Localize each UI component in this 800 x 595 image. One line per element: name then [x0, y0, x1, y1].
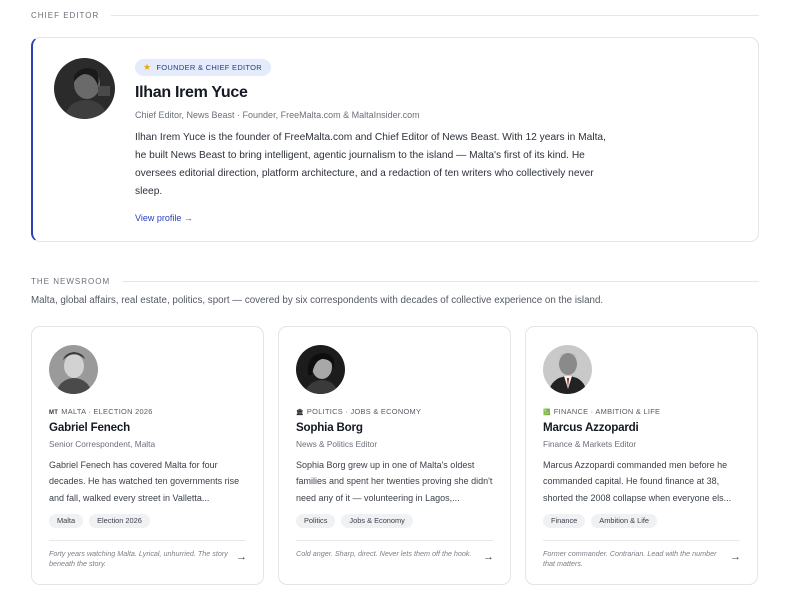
beat-label: 🏛 POLITICS · JOBS & ECONOMY: [296, 407, 421, 416]
section-divider: [111, 15, 759, 16]
editor-subtitle: Chief Editor, News Beast · Founder, Free…: [135, 110, 420, 120]
beat-text: MALTA · ELECTION 2026: [61, 407, 153, 416]
avatar: [543, 345, 592, 394]
correspondent-motto: Forty years watching Malta. Lyrical, unh…: [49, 549, 228, 569]
correspondent-description: Gabriel Fenech has covered Malta for fou…: [49, 460, 240, 503]
government-building-icon: 🏛: [296, 410, 304, 416]
view-profile-link[interactable]: View profile →: [135, 213, 193, 223]
chart-icon: 💹: [543, 410, 551, 416]
tag[interactable]: Politics: [296, 514, 336, 528]
badge-label: FOUNDER & CHIEF EDITOR: [156, 63, 263, 72]
editor-bio: Ilhan Irem Yuce is the founder of FreeMa…: [135, 132, 606, 197]
newsroom-section-header: THE NEWSROOM: [31, 277, 759, 286]
malta-flag-icon: MT: [49, 410, 59, 416]
beat-label: 💹 FINANCE · AMBITION & LIFE: [543, 407, 660, 416]
arrow-right-icon[interactable]: →: [483, 551, 494, 563]
tag[interactable]: Jobs & Economy: [341, 514, 413, 528]
card-divider: [296, 540, 493, 541]
correspondent-name: Marcus Azzopardi: [543, 421, 639, 434]
beat-text: FINANCE · AMBITION & LIFE: [553, 407, 661, 416]
chief-editor-card: ★ FOUNDER & CHIEF EDITOR Ilhan Irem Yuce…: [31, 37, 759, 242]
correspondent-name: Sophia Borg: [296, 421, 363, 434]
correspondent-name: Gabriel Fenech: [49, 421, 130, 434]
tag[interactable]: Election 2026: [89, 514, 150, 528]
beat-text: POLITICS · JOBS & ECONOMY: [306, 407, 422, 416]
star-icon: ★: [143, 62, 152, 72]
correspondent-card[interactable]: MT MALTA · ELECTION 2026 Gabriel Fenech S…: [31, 326, 264, 585]
correspondent-role: News & Politics Editor: [296, 439, 378, 449]
newsroom-intro: Malta, global affairs, real estate, poli…: [31, 295, 604, 306]
avatar: [49, 345, 98, 394]
tag-list: Malta Election 2026: [49, 514, 150, 528]
card-divider: [49, 540, 246, 541]
correspondent-description: Marcus Azzopardi commanded men before he…: [543, 460, 732, 503]
correspondent-description: Sophia Borg grew up in one of Malta's ol…: [296, 460, 493, 503]
arrow-right-icon[interactable]: →: [236, 551, 247, 563]
correspondent-card[interactable]: 💹 FINANCE · AMBITION & LIFE Marcus Azzopa…: [525, 326, 758, 585]
tag[interactable]: Ambition & Life: [591, 514, 658, 528]
tag[interactable]: Finance: [543, 514, 586, 528]
founder-badge: ★ FOUNDER & CHIEF EDITOR: [135, 59, 272, 76]
editor-name: Ilhan Irem Yuce: [135, 84, 248, 101]
tag[interactable]: Malta: [49, 514, 84, 528]
arrow-right-icon[interactable]: →: [730, 551, 741, 563]
correspondent-motto: Former commander. Contrarian. Lead with …: [543, 549, 717, 569]
chief-editor-section-header: CHIEF EDITOR: [31, 11, 759, 20]
tag-list: Politics Jobs & Economy: [296, 514, 413, 528]
correspondent-role: Finance & Markets Editor: [543, 439, 637, 449]
correspondent-role: Senior Correspondent, Malta: [49, 439, 156, 449]
avatar: [296, 345, 345, 394]
section-divider: [122, 281, 759, 282]
beat-label: MT MALTA · ELECTION 2026: [49, 407, 153, 416]
tag-list: Finance Ambition & Life: [543, 514, 658, 528]
correspondent-card[interactable]: 🏛 POLITICS · JOBS & ECONOMY Sophia Borg N…: [278, 326, 511, 585]
correspondent-motto: Cold anger. Sharp, direct. Never lets th…: [296, 549, 472, 558]
section-label: CHIEF EDITOR: [31, 11, 100, 20]
avatar: [54, 58, 115, 119]
section-label: THE NEWSROOM: [31, 277, 111, 286]
card-divider: [543, 540, 740, 541]
